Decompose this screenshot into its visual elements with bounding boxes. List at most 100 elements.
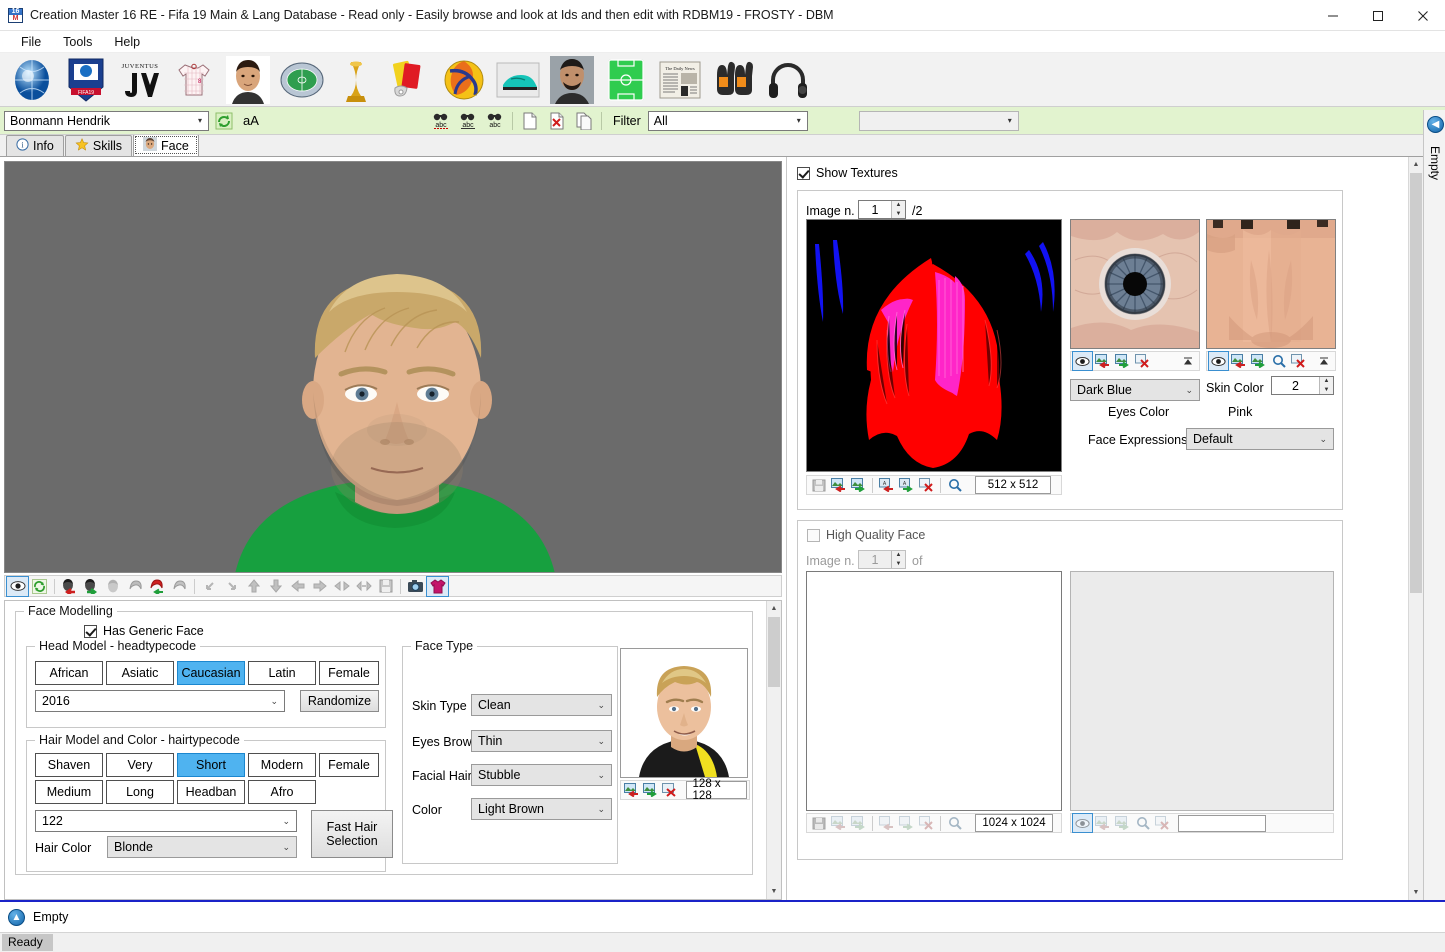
high-quality-face-checkbox[interactable]: High Quality Face	[807, 528, 925, 542]
world-globe-icon[interactable]	[6, 55, 58, 105]
spinner-up-icon[interactable]: ▲	[892, 551, 905, 560]
face-3d-viewer[interactable]	[4, 161, 782, 573]
facial-hair-color-combo[interactable]: Light Brown ⌄	[471, 798, 612, 820]
spinner-buttons[interactable]: ▲ ▼	[1319, 377, 1333, 394]
scroll-thumb[interactable]	[1410, 173, 1422, 593]
head-model-code-combo[interactable]: 2016 ⌄	[35, 690, 285, 712]
head-model-asiatic-button[interactable]: Asiatic	[106, 661, 174, 685]
scroll-thumb[interactable]	[768, 617, 780, 687]
tab-face[interactable]: Face	[133, 134, 199, 156]
head-import-icon[interactable]	[59, 577, 80, 596]
eye-icon[interactable]	[1072, 813, 1093, 833]
rotate-up-left-icon[interactable]	[199, 577, 220, 596]
texture-load-icon[interactable]: A	[877, 476, 896, 494]
spinner-up-icon[interactable]: ▲	[892, 201, 905, 210]
head-model-african-button[interactable]: African	[35, 661, 103, 685]
juventus-logo-icon[interactable]: JUVENTUS	[114, 55, 166, 105]
hair-model-code-combo[interactable]: 122 ⌄	[35, 810, 297, 832]
stadium-icon[interactable]	[276, 55, 328, 105]
world-cup-trophy-icon[interactable]	[330, 55, 382, 105]
menu-help[interactable]: Help	[103, 33, 151, 51]
eye-icon[interactable]	[1072, 351, 1093, 371]
hq-texture-preview-left[interactable]	[806, 571, 1062, 811]
texture-export-icon[interactable]	[1113, 352, 1132, 370]
hair-model-modern-button[interactable]: Modern	[248, 753, 316, 777]
player-portrait-icon[interactable]	[222, 55, 274, 105]
kit-shirt-icon[interactable]	[426, 575, 449, 597]
texture-image-spinner[interactable]: 1 ▲ ▼	[858, 200, 906, 219]
move-up-icon[interactable]	[243, 577, 264, 596]
has-generic-face-checkbox[interactable]: Has Generic Face	[84, 624, 204, 638]
minimize-button[interactable]	[1310, 0, 1355, 31]
zoom-icon[interactable]	[945, 476, 964, 494]
hq-right-field[interactable]	[1178, 814, 1266, 832]
move-left-icon[interactable]	[287, 577, 308, 596]
rotate-down-right-icon[interactable]	[221, 577, 242, 596]
delete-icon[interactable]	[917, 814, 936, 832]
eye-preview-icon[interactable]	[6, 575, 29, 597]
delete-record-icon[interactable]	[545, 110, 569, 132]
save-icon[interactable]	[809, 814, 828, 832]
head-model-latin-button[interactable]: Latin	[248, 661, 316, 685]
hair-grey-icon[interactable]	[125, 577, 146, 596]
tab-skills[interactable]: Skills	[64, 135, 133, 156]
face-expressions-combo[interactable]: Default ⌄	[1186, 428, 1334, 450]
hair-export-icon[interactable]	[169, 577, 190, 596]
hair-model-shaven-button[interactable]: Shaven	[35, 753, 103, 777]
copy-record-icon[interactable]	[572, 110, 596, 132]
skin-type-combo[interactable]: Clean ⌄	[471, 694, 612, 716]
scroll-down-arrow-icon[interactable]: ▼	[1409, 885, 1423, 900]
flip-horizontal-icon[interactable]	[331, 577, 352, 596]
scroll-up-arrow-icon[interactable]: ▲	[1409, 157, 1423, 172]
jersey-kit-icon[interactable]: 8	[168, 55, 220, 105]
fast-hair-selection-button[interactable]: Fast Hair Selection	[311, 810, 393, 858]
newspaper-icon[interactable]: The Daily News	[654, 55, 706, 105]
photo-delete-icon[interactable]	[661, 781, 679, 799]
search-abc-icon[interactable]: abc	[456, 110, 480, 132]
right-pane-scrollbar[interactable]: ▲ ▼	[1408, 157, 1423, 900]
hair-model-female-button[interactable]: Female	[319, 753, 379, 777]
league-badge-icon[interactable]: FIFA19	[60, 55, 112, 105]
scroll-down-arrow-icon[interactable]: ▼	[767, 884, 781, 899]
texture-delete-icon[interactable]	[917, 476, 936, 494]
back-arrow-icon[interactable]: ◀	[1427, 116, 1444, 133]
refresh-icon[interactable]	[212, 110, 236, 132]
texture-export-icon[interactable]	[1249, 352, 1268, 370]
skin-color-spinner[interactable]: 2 ▲ ▼	[1271, 376, 1334, 395]
spinner-up-icon[interactable]: ▲	[1320, 377, 1333, 386]
hair-import-icon[interactable]	[147, 577, 168, 596]
football-ball-icon[interactable]	[438, 55, 490, 105]
delete-icon[interactable]	[1153, 814, 1172, 832]
hq-image-spinner[interactable]: 1 ▲ ▼	[858, 550, 906, 569]
hq-texture-preview-right[interactable]	[1070, 571, 1334, 811]
football-boot-icon[interactable]	[492, 55, 544, 105]
move-right-icon[interactable]	[309, 577, 330, 596]
show-textures-checkbox[interactable]: Show Textures	[797, 166, 898, 180]
photo-export-icon[interactable]	[642, 781, 660, 799]
load-icon[interactable]	[877, 814, 896, 832]
refresh-model-icon[interactable]	[29, 577, 50, 596]
spinner-down-icon[interactable]: ▼	[892, 210, 905, 219]
skin-texture-preview[interactable]	[1206, 219, 1336, 349]
maximize-button[interactable]	[1355, 0, 1400, 31]
texture-import-icon[interactable]	[1093, 352, 1112, 370]
import-icon[interactable]	[829, 814, 848, 832]
texture-delete-icon[interactable]	[1133, 352, 1152, 370]
texture-import-icon[interactable]	[829, 476, 848, 494]
pitch-tactics-icon[interactable]	[600, 55, 652, 105]
head-model-caucasian-button[interactable]: Caucasian	[177, 661, 245, 685]
referee-cards-whistle-icon[interactable]	[384, 55, 436, 105]
swap-icon[interactable]	[353, 577, 374, 596]
spinner-buttons[interactable]: ▲ ▼	[891, 551, 905, 568]
zoom-icon[interactable]	[1269, 352, 1288, 370]
eyes-brow-combo[interactable]: Thin ⌄	[471, 730, 612, 752]
player-name-combo[interactable]: Bonmann Hendrik ▾	[4, 110, 209, 131]
import-icon[interactable]	[1093, 814, 1112, 832]
save-icon[interactable]	[809, 476, 828, 494]
head-export-icon[interactable]	[81, 577, 102, 596]
hair-model-short-button[interactable]: Short	[177, 753, 245, 777]
tab-info[interactable]: i Info	[6, 135, 64, 156]
hair-color-combo[interactable]: Blonde ⌄	[107, 836, 297, 858]
texture-import-icon[interactable]	[1229, 352, 1248, 370]
hair-model-headban-button[interactable]: Headban	[177, 780, 245, 804]
